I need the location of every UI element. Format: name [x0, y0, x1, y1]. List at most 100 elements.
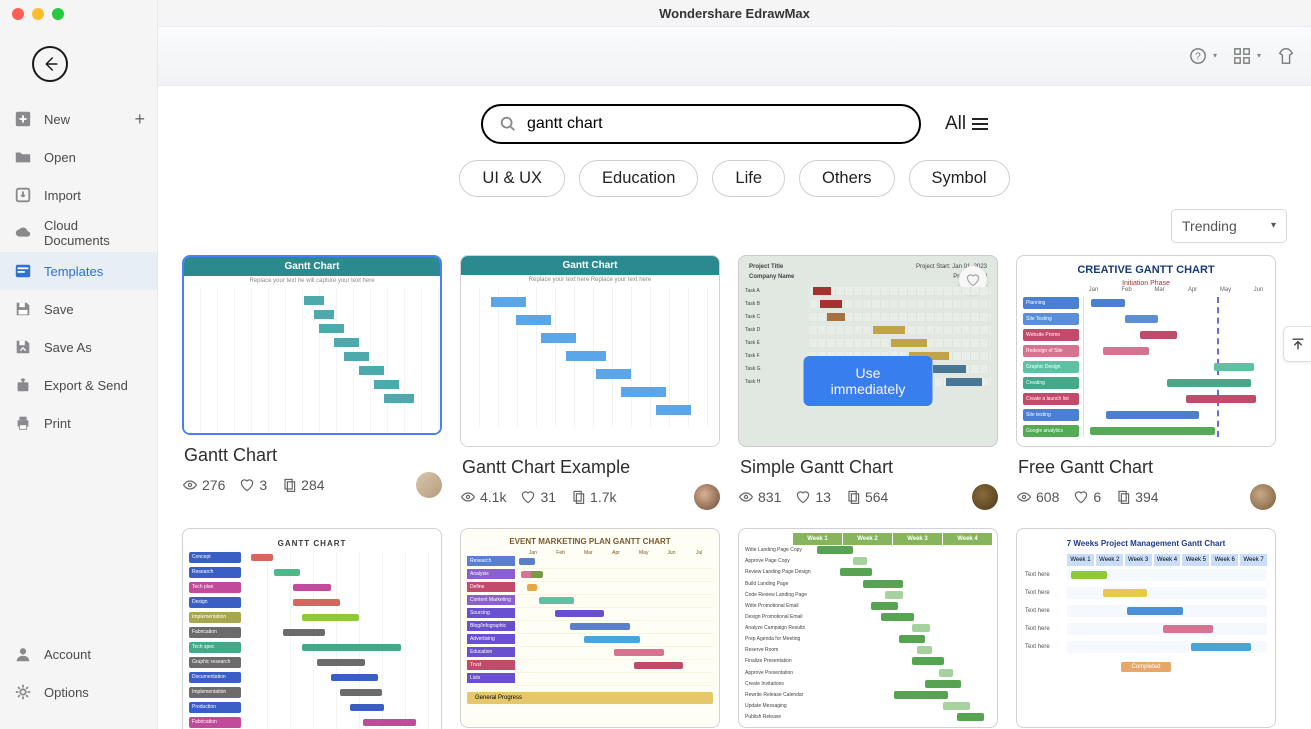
- window-title: Wondershare EdrawMax: [158, 0, 1311, 27]
- views-count: 608: [1016, 489, 1059, 505]
- author-avatar[interactable]: [416, 472, 442, 498]
- author-avatar[interactable]: [694, 484, 720, 510]
- template-thumbnail[interactable]: Gantt Chart Replace your text he will ca…: [182, 255, 442, 435]
- search-row: All: [158, 86, 1311, 156]
- thumb-subtitle: Replace your text he will capture your t…: [184, 276, 440, 288]
- sort-selected-label: Trending: [1182, 218, 1237, 234]
- sidebar-item-new[interactable]: New +: [0, 100, 157, 138]
- chip-ui-ux[interactable]: UI & UX: [459, 160, 565, 197]
- export-icon: [14, 376, 32, 394]
- save-as-icon: [14, 338, 32, 356]
- cloud-icon: [14, 224, 32, 242]
- template-thumbnail[interactable]: GANTT CHART Concept Research Tech plan D…: [182, 528, 442, 729]
- thumb-title: Gantt Chart: [461, 256, 719, 275]
- template-title: Gantt Chart: [184, 445, 440, 466]
- sidebar-item-open[interactable]: Open: [0, 138, 157, 176]
- folder-icon: [14, 148, 32, 166]
- close-window-icon[interactable]: [12, 8, 24, 20]
- thumb-title: GANTT CHART: [189, 533, 435, 552]
- thumb-title: CREATIVE GANTT CHART: [1017, 256, 1275, 280]
- copy-icon: [570, 489, 586, 505]
- template-card[interactable]: Gantt Chart Replace your text he will ca…: [182, 255, 442, 510]
- chip-life[interactable]: Life: [712, 160, 785, 197]
- likes-count: 13: [795, 489, 831, 505]
- heart-icon: [795, 489, 811, 505]
- sidebar-item-label: Open: [44, 150, 76, 165]
- template-card[interactable]: Gantt Chart Replace your text here Repla…: [460, 255, 720, 510]
- search-box: [481, 104, 921, 144]
- arrow-left-icon: [41, 55, 59, 73]
- eye-icon: [460, 489, 476, 505]
- copies-count: 284: [281, 477, 324, 493]
- copy-icon: [1115, 489, 1131, 505]
- scroll-top-button[interactable]: [1283, 326, 1311, 362]
- template-thumbnail[interactable]: Week 1Week 2Week 3Week 4 Write Landing P…: [738, 528, 998, 728]
- thumb-button: Completed: [1121, 662, 1171, 672]
- template-card[interactable]: CREATIVE GANTT CHART Initiation Phase Ja…: [1016, 255, 1276, 510]
- template-meta: 608 6 394: [1016, 484, 1276, 510]
- template-card[interactable]: GANTT CHART Concept Research Tech plan D…: [182, 528, 442, 729]
- copies-count: 564: [845, 489, 888, 505]
- shirt-icon[interactable]: [1277, 47, 1295, 65]
- heart-icon: [239, 477, 255, 493]
- author-avatar[interactable]: [972, 484, 998, 510]
- template-card[interactable]: Week 1Week 2Week 3Week 4 Write Landing P…: [738, 528, 998, 729]
- sidebar-item-export-send[interactable]: Export & Send: [0, 366, 157, 404]
- top-toolbar: ? ▾ ▾: [158, 27, 1311, 85]
- sidebar-item-print[interactable]: Print: [0, 404, 157, 442]
- grid-icon[interactable]: [1233, 47, 1251, 65]
- eye-icon: [738, 489, 754, 505]
- sidebar-item-save[interactable]: Save: [0, 290, 157, 328]
- templates-icon: [14, 262, 32, 280]
- chip-education[interactable]: Education: [579, 160, 698, 197]
- template-thumbnail[interactable]: EVENT MARKETING PLAN GANTT CHART JanFebM…: [460, 528, 720, 728]
- sidebar-item-templates[interactable]: Templates: [0, 252, 157, 290]
- thumb-title: Gantt Chart: [184, 257, 440, 276]
- thumb-project-title: Project Title: [749, 264, 783, 270]
- views-count: 276: [182, 477, 225, 493]
- sidebar-item-label: Account: [44, 647, 91, 662]
- add-new-icon[interactable]: +: [134, 109, 145, 130]
- chevron-down-icon[interactable]: ▾: [1213, 51, 1217, 60]
- sidebar-item-account[interactable]: Account: [0, 635, 157, 673]
- template-thumbnail[interactable]: CREATIVE GANTT CHART Initiation Phase Ja…: [1016, 255, 1276, 447]
- template-thumbnail[interactable]: Project TitleProject Start: Jan 01, 2023…: [738, 255, 998, 447]
- arrow-up-icon: [1290, 336, 1306, 352]
- back-button[interactable]: [32, 46, 68, 82]
- sort-row: Trending ▾: [158, 209, 1311, 255]
- use-immediately-button[interactable]: Use immediately: [804, 356, 933, 406]
- template-title: Free Gantt Chart: [1018, 457, 1274, 478]
- template-thumbnail[interactable]: 7 Weeks Project Management Gantt Chart W…: [1016, 528, 1276, 728]
- sidebar-item-options[interactable]: Options: [0, 673, 157, 711]
- sidebar-item-label: Save: [44, 302, 74, 317]
- import-icon: [14, 186, 32, 204]
- chevron-down-icon[interactable]: ▾: [1257, 51, 1261, 60]
- likes-count: 6: [1073, 489, 1101, 505]
- sidebar-item-import[interactable]: Import: [0, 176, 157, 214]
- heart-icon: [965, 272, 981, 288]
- template-meta: 4.1k 31 1.7k: [460, 484, 720, 510]
- sidebar-item-cloud-documents[interactable]: Cloud Documents: [0, 214, 157, 252]
- template-card[interactable]: EVENT MARKETING PLAN GANTT CHART JanFebM…: [460, 528, 720, 729]
- thumb-title: 7 Weeks Project Management Gantt Chart: [1025, 535, 1267, 554]
- template-meta: 276 3 284: [182, 472, 442, 498]
- sort-dropdown[interactable]: Trending ▾: [1171, 209, 1287, 243]
- search-input[interactable]: [527, 115, 903, 133]
- template-thumbnail[interactable]: Gantt Chart Replace your text here Repla…: [460, 255, 720, 447]
- template-card[interactable]: Project TitleProject Start: Jan 01, 2023…: [738, 255, 998, 510]
- filter-all-button[interactable]: All: [945, 113, 988, 135]
- chip-symbol[interactable]: Symbol: [909, 160, 1010, 197]
- views-count: 831: [738, 489, 781, 505]
- template-meta: 831 13 564: [738, 484, 998, 510]
- copy-icon: [281, 477, 297, 493]
- copies-count: 394: [1115, 489, 1158, 505]
- author-avatar[interactable]: [1250, 484, 1276, 510]
- template-card[interactable]: 7 Weeks Project Management Gantt Chart W…: [1016, 528, 1276, 729]
- sidebar-item-label: Save As: [44, 340, 92, 355]
- hamburger-icon: [972, 118, 988, 130]
- minimize-window-icon[interactable]: [32, 8, 44, 20]
- maximize-window-icon[interactable]: [52, 8, 64, 20]
- help-icon[interactable]: ?: [1189, 47, 1207, 65]
- sidebar-item-save-as[interactable]: Save As: [0, 328, 157, 366]
- chip-others[interactable]: Others: [799, 160, 895, 197]
